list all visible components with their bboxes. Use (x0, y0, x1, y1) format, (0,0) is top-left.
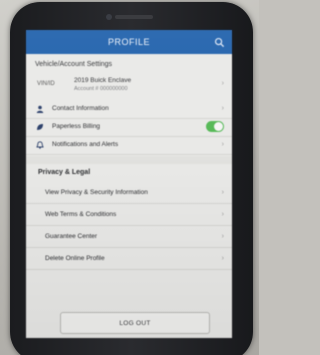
front-camera-icon (106, 14, 112, 20)
privacy-row[interactable]: Delete Online Profile › (26, 249, 232, 270)
chevron-right-icon: › (221, 189, 224, 196)
chevron-right-icon: › (221, 255, 224, 262)
user-icon (36, 105, 44, 113)
vehicle-account-row[interactable]: VIN/ID 2019 Buick Enclave Account # 0000… (26, 71, 232, 98)
top-app-bar: PROFILE (26, 30, 232, 54)
toggle-knob (214, 122, 223, 131)
chevron-right-icon: › (221, 105, 224, 112)
privacy-legal-heading: Privacy & Legal (38, 169, 91, 176)
settings-row-notifications[interactable]: Notifications and Alerts › (26, 137, 232, 155)
privacy-row-label: Web Terms & Conditions (45, 211, 117, 218)
search-icon[interactable] (214, 37, 225, 48)
page-title: PROFILE (107, 37, 150, 47)
chevron-right-icon: › (221, 211, 224, 218)
settings-row-label: Notifications and Alerts (52, 141, 119, 148)
privacy-row[interactable]: Web Terms & Conditions › (26, 205, 232, 226)
settings-row-contact[interactable]: Contact Information › (26, 101, 232, 119)
photo-background: PROFILE Vehicle/Account Settings VIN/ID … (0, 0, 259, 355)
settings-row-label: Contact Information (52, 105, 109, 112)
chevron-right-icon: › (221, 233, 224, 240)
log-out-label: LOG OUT (119, 320, 151, 327)
app-screen: PROFILE Vehicle/Account Settings VIN/ID … (26, 30, 232, 338)
log-out-button[interactable]: LOG OUT (60, 312, 210, 334)
bell-icon (36, 141, 44, 149)
leaf-icon (37, 124, 43, 130)
chevron-right-icon: › (221, 141, 224, 148)
vehicle-name: 2019 Buick Enclave (74, 77, 132, 84)
chevron-right-icon: › (221, 80, 224, 87)
settings-row-paperless: Paperless Billing (26, 119, 232, 137)
section-divider (26, 156, 232, 164)
privacy-row-label: Delete Online Profile (45, 255, 105, 262)
privacy-row-label: Guarantee Center (45, 233, 98, 240)
privacy-row-label: View Privacy & Security Information (45, 189, 148, 196)
settings-row-label: Paperless Billing (52, 123, 101, 130)
account-number: Account # 000000000 (74, 86, 128, 92)
privacy-row[interactable]: Guarantee Center › (26, 227, 232, 248)
account-id-label: VIN/ID (37, 81, 55, 87)
paperless-billing-toggle[interactable] (206, 121, 224, 132)
privacy-row[interactable]: View Privacy & Security Information › (26, 183, 232, 204)
speaker-grille (115, 15, 153, 19)
account-settings-heading: Vehicle/Account Settings (35, 61, 113, 68)
